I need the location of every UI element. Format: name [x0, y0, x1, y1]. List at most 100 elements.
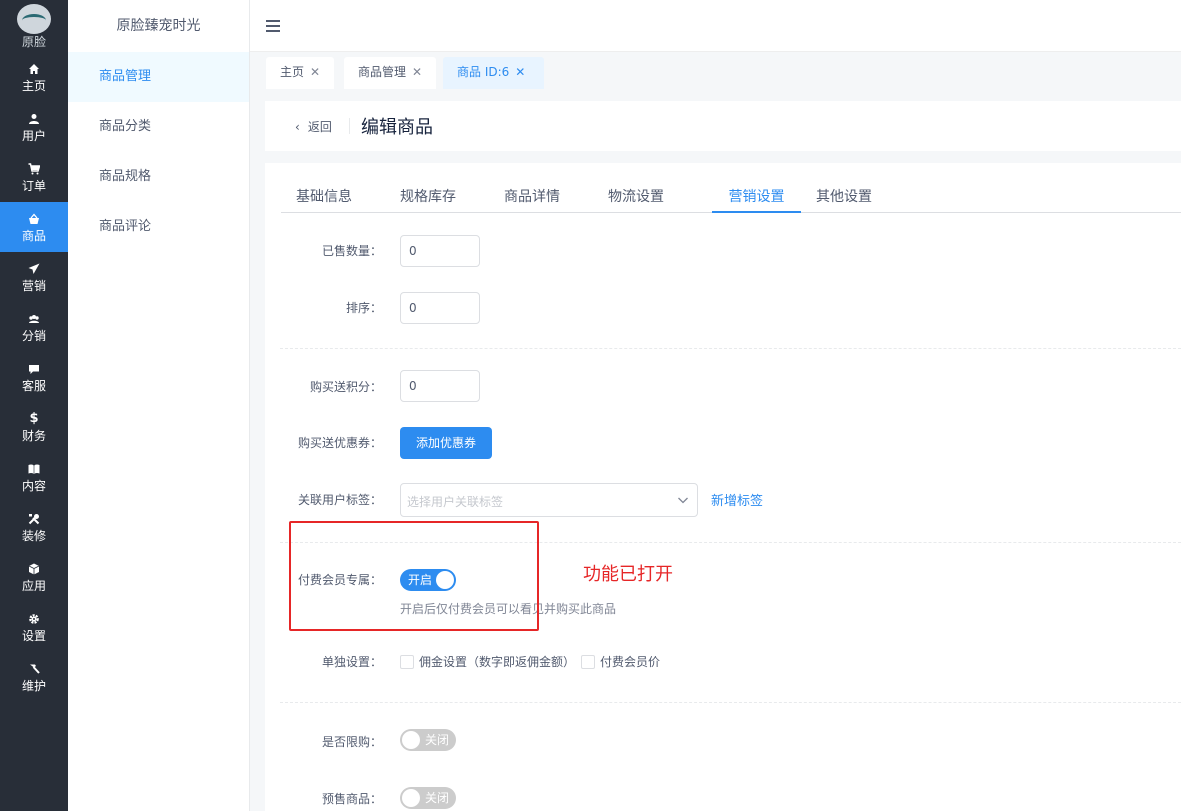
sub-menu: 原脸臻宠时光 商品管理 商品分类 商品规格 商品评论	[68, 0, 250, 811]
chevron-down-icon	[678, 497, 688, 504]
nav-finance[interactable]: $ 财务	[0, 402, 68, 452]
commission-checkbox[interactable]: 佣金设置（数字即返佣金额）	[400, 653, 575, 670]
nav-label: 装修	[21, 528, 46, 543]
tools-icon	[27, 512, 41, 526]
tab-basic-info[interactable]: 基础信息	[296, 186, 352, 206]
tab-product-id[interactable]: 商品 ID:6 ✕	[443, 57, 544, 89]
nav-order[interactable]: 订单	[0, 152, 68, 202]
cart-icon	[27, 162, 41, 176]
points-label: 购买送积分：	[309, 380, 382, 394]
section-divider	[280, 702, 1181, 703]
nav-label: 营销	[21, 278, 46, 293]
main-nav-rail: 原脸 主页 用户 订单 商品 营销 分销 客服 $ 财务 内容 装修 应用 设置…	[0, 0, 68, 811]
header-divider	[349, 118, 350, 134]
form-tabs: 基础信息 规格库存 商品详情 物流设置 营销设置 其他设置	[281, 163, 1181, 213]
annotation-text: 功能已打开	[583, 564, 673, 585]
paper-plane-icon	[27, 262, 41, 276]
nav-service[interactable]: 客服	[0, 352, 68, 402]
menu-item-product-spec[interactable]: 商品规格	[68, 152, 249, 202]
sort-input[interactable]: 0	[400, 292, 480, 324]
menu-toggle-icon[interactable]	[266, 20, 280, 32]
checkbox-label: 佣金设置（数字即返佣金额）	[419, 655, 576, 669]
switch-text: 关闭	[424, 791, 449, 805]
nav-label: 内容	[21, 478, 46, 493]
logo: 原脸	[0, 0, 68, 52]
tab-label: 主页	[280, 65, 305, 79]
nav-apps[interactable]: 应用	[0, 552, 68, 602]
page-header: ‹ 返回 编辑商品	[265, 101, 1181, 151]
nav-label: 应用	[21, 578, 46, 593]
tab-spec-stock[interactable]: 规格库存	[400, 186, 456, 206]
close-icon[interactable]: ✕	[310, 65, 320, 79]
nav-label: 主页	[21, 78, 46, 93]
nav-maintenance[interactable]: 维护	[0, 652, 68, 702]
switch-text: 关闭	[424, 733, 449, 747]
switch-knob	[402, 731, 420, 749]
back-label: 返回	[307, 120, 332, 134]
cube-icon	[27, 562, 41, 576]
logo-text: 原脸	[21, 35, 46, 49]
close-icon[interactable]: ✕	[412, 65, 422, 79]
vip-price-checkbox[interactable]: 付费会员价	[581, 653, 660, 670]
home-icon	[27, 62, 41, 76]
nav-distribution[interactable]: 分销	[0, 302, 68, 352]
tab-label: 商品 ID:6	[457, 65, 510, 79]
menu-item-product-management[interactable]: 商品管理	[68, 52, 249, 102]
nav-marketing[interactable]: 营销	[0, 252, 68, 302]
nav-label: 设置	[21, 628, 46, 643]
tab-logistics[interactable]: 物流设置	[608, 186, 664, 206]
tab-marketing[interactable]: 营销设置	[712, 186, 801, 206]
sort-label: 排序：	[345, 301, 382, 315]
tab-product-detail[interactable]: 商品详情	[504, 186, 560, 206]
menu-item-product-review[interactable]: 商品评论	[68, 202, 249, 252]
nav-label: 用户	[21, 128, 46, 143]
limit-switch[interactable]: 关闭	[400, 729, 456, 751]
shop-name: 原脸臻宠时光	[116, 18, 201, 34]
nav-content[interactable]: 内容	[0, 452, 68, 502]
nav-user[interactable]: 用户	[0, 102, 68, 152]
basket-icon	[27, 212, 41, 226]
add-coupon-button[interactable]: 添加优惠券	[400, 427, 493, 459]
chevron-left-icon: ‹	[295, 120, 300, 134]
dollar-icon: $	[29, 411, 39, 426]
coupon-label: 购买送优惠券：	[297, 436, 382, 450]
menu-item-product-category[interactable]: 商品分类	[68, 102, 249, 152]
presale-label: 预售商品：	[321, 792, 382, 806]
annotation-highlight-box	[289, 521, 539, 631]
page-title: 编辑商品	[361, 117, 433, 138]
checkbox-box	[581, 654, 595, 669]
user-tags-select[interactable]: 选择用户关联标签	[400, 483, 698, 517]
nav-home[interactable]: 主页	[0, 52, 68, 102]
nav-label: 分销	[21, 328, 46, 343]
checkbox-label: 付费会员价	[600, 655, 661, 669]
nav-label: 财务	[21, 428, 46, 443]
add-tag-link[interactable]: 新增标签	[711, 490, 763, 509]
user-icon	[27, 112, 41, 126]
sold-count-input[interactable]: 0	[400, 235, 480, 267]
nav-label: 维护	[21, 678, 46, 693]
points-input[interactable]: 0	[400, 370, 480, 402]
nav-settings[interactable]: 设置	[0, 602, 68, 652]
switch-knob	[402, 789, 420, 807]
top-bar	[250, 0, 1181, 52]
nav-label: 订单	[21, 178, 46, 193]
tab-product-management[interactable]: 商品管理 ✕	[344, 57, 437, 89]
gear-icon	[27, 612, 41, 626]
tab-other[interactable]: 其他设置	[816, 186, 872, 206]
tab-label: 商品管理	[358, 65, 407, 79]
nav-product[interactable]: 商品	[0, 202, 68, 252]
chat-icon	[27, 362, 41, 376]
logo-mark-icon	[17, 4, 51, 34]
limit-label: 是否限购：	[321, 735, 382, 749]
open-tabs-bar: 主页 ✕ 商品管理 ✕ 商品 ID:6 ✕	[250, 52, 1181, 89]
nav-decoration[interactable]: 装修	[0, 502, 68, 552]
select-placeholder: 选择用户关联标签	[407, 495, 504, 509]
group-icon	[27, 312, 41, 326]
close-icon[interactable]: ✕	[515, 65, 525, 79]
presale-switch[interactable]: 关闭	[400, 787, 456, 809]
hammer-icon	[27, 662, 41, 676]
back-button[interactable]: ‹ 返回	[295, 118, 332, 135]
nav-label: 客服	[21, 378, 46, 393]
checkbox-box	[400, 654, 414, 669]
tab-home[interactable]: 主页 ✕	[266, 57, 335, 89]
